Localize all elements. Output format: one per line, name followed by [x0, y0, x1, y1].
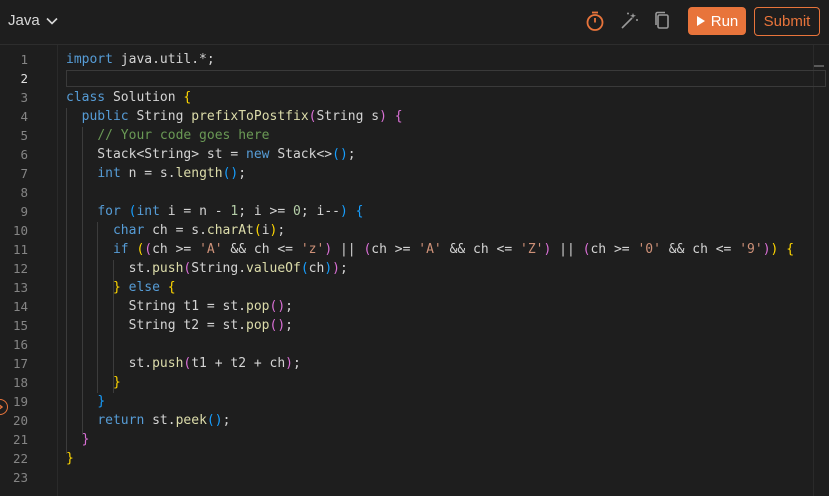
line-number: 22: [12, 451, 28, 466]
play-icon: [696, 16, 705, 26]
line-number: 5: [20, 128, 28, 143]
line-number: 4: [20, 109, 28, 124]
code-line[interactable]: 4 public String prefixToPostfix(String s…: [0, 107, 829, 126]
line-number: 17: [12, 356, 28, 371]
code-text: st.push(t1 + t2 + ch);: [66, 356, 301, 371]
line-number: 12: [12, 261, 28, 276]
code-line[interactable]: 8: [0, 183, 829, 202]
copy-icon[interactable]: [651, 10, 673, 32]
run-label: Run: [710, 12, 739, 30]
timer-icon[interactable]: [584, 10, 606, 32]
editor-toolbar: Java Run Submit: [0, 0, 829, 45]
code-line[interactable]: 9 for (int i = n - 1; i >= 0; i--) {: [0, 202, 829, 221]
code-line[interactable]: 21 }: [0, 430, 829, 449]
line-number: 3: [20, 90, 28, 105]
code-text: import java.util.*;: [66, 52, 215, 67]
code-text: }: [112, 375, 121, 390]
code-line[interactable]: 10 char ch = s.charAt(i);: [0, 221, 829, 240]
code-text: class Solution {: [66, 90, 192, 105]
code-text: String t1 = st.pop();: [66, 299, 293, 314]
code-line[interactable]: 11 if ((ch >= 'A' && ch <= 'z') || (ch >…: [0, 240, 829, 259]
line-number: 16: [12, 337, 28, 352]
line-number: 8: [20, 185, 28, 200]
code-line[interactable]: 19 }: [0, 392, 829, 411]
line-number: 11: [12, 242, 28, 257]
code-line[interactable]: 18 }: [0, 373, 829, 392]
line-number: 21: [12, 432, 28, 447]
code-text: Stack<String> st = new Stack<>();: [66, 147, 356, 162]
line-number: 19: [12, 394, 28, 409]
line-number: 9: [20, 204, 28, 219]
code-text: int n = s.length();: [97, 166, 247, 181]
code-text: for (int i = n - 1; i >= 0; i--) {: [97, 204, 364, 219]
code-line[interactable]: 7 int n = s.length();: [0, 164, 829, 183]
code-line[interactable]: 3 class Solution {: [0, 88, 829, 107]
code-text: }: [97, 394, 106, 409]
code-line[interactable]: 6 Stack<String> st = new Stack<>();: [0, 145, 829, 164]
code-text: } else {: [112, 280, 176, 295]
code-text: }: [81, 432, 90, 447]
code-editor[interactable]: 1 import java.util.*; 2 3 class Solution {4 …: [0, 45, 829, 496]
code-line[interactable]: 1 import java.util.*;: [0, 50, 829, 69]
code-line[interactable]: 22}: [0, 449, 829, 468]
line-number: 23: [12, 470, 28, 485]
run-button[interactable]: Run: [688, 7, 746, 35]
code-line[interactable]: 15 String t2 = st.pop();: [0, 316, 829, 335]
code-line[interactable]: 23: [0, 468, 829, 487]
language-selector[interactable]: Java: [8, 12, 58, 29]
submit-button[interactable]: Submit: [754, 7, 820, 36]
line-number: 10: [12, 223, 28, 238]
line-number: 15: [12, 318, 28, 333]
line-number: 20: [12, 413, 28, 428]
line-number: 14: [12, 299, 28, 314]
line-number: 7: [20, 166, 28, 181]
line-number: 2: [20, 71, 28, 86]
magic-wand-icon[interactable]: [618, 10, 640, 32]
code-text: }: [66, 451, 74, 466]
code-line[interactable]: 14 String t1 = st.pop();: [0, 297, 829, 316]
line-number: 18: [12, 375, 28, 390]
code-text: st.push(String.valueOf(ch));: [66, 261, 348, 276]
code-line[interactable]: 13 } else {: [0, 278, 829, 297]
code-line[interactable]: 5 // Your code goes here: [0, 126, 829, 145]
line-number: 6: [20, 147, 28, 162]
code-text: if ((ch >= 'A' && ch <= 'z') || (ch >= '…: [112, 242, 795, 257]
submit-label: Submit: [763, 13, 811, 30]
code-line[interactable]: 12 st.push(String.valueOf(ch));: [0, 259, 829, 278]
code-line[interactable]: 2: [0, 69, 829, 88]
chevron-down-icon: [46, 17, 58, 25]
code-text: // Your code goes here: [97, 128, 270, 143]
code-line[interactable]: 17 st.push(t1 + t2 + ch);: [0, 354, 829, 373]
code-text: char ch = s.charAt(i);: [112, 223, 286, 238]
language-label: Java: [8, 12, 40, 29]
code-line[interactable]: 16: [0, 335, 829, 354]
line-number: 13: [12, 280, 28, 295]
code-text: return st.peek();: [97, 413, 231, 428]
code-text: public String prefixToPostfix(String s) …: [81, 109, 403, 124]
code-text: String t2 = st.pop();: [66, 318, 293, 333]
line-number: 1: [20, 52, 28, 67]
code-line[interactable]: 20 return st.peek();: [0, 411, 829, 430]
